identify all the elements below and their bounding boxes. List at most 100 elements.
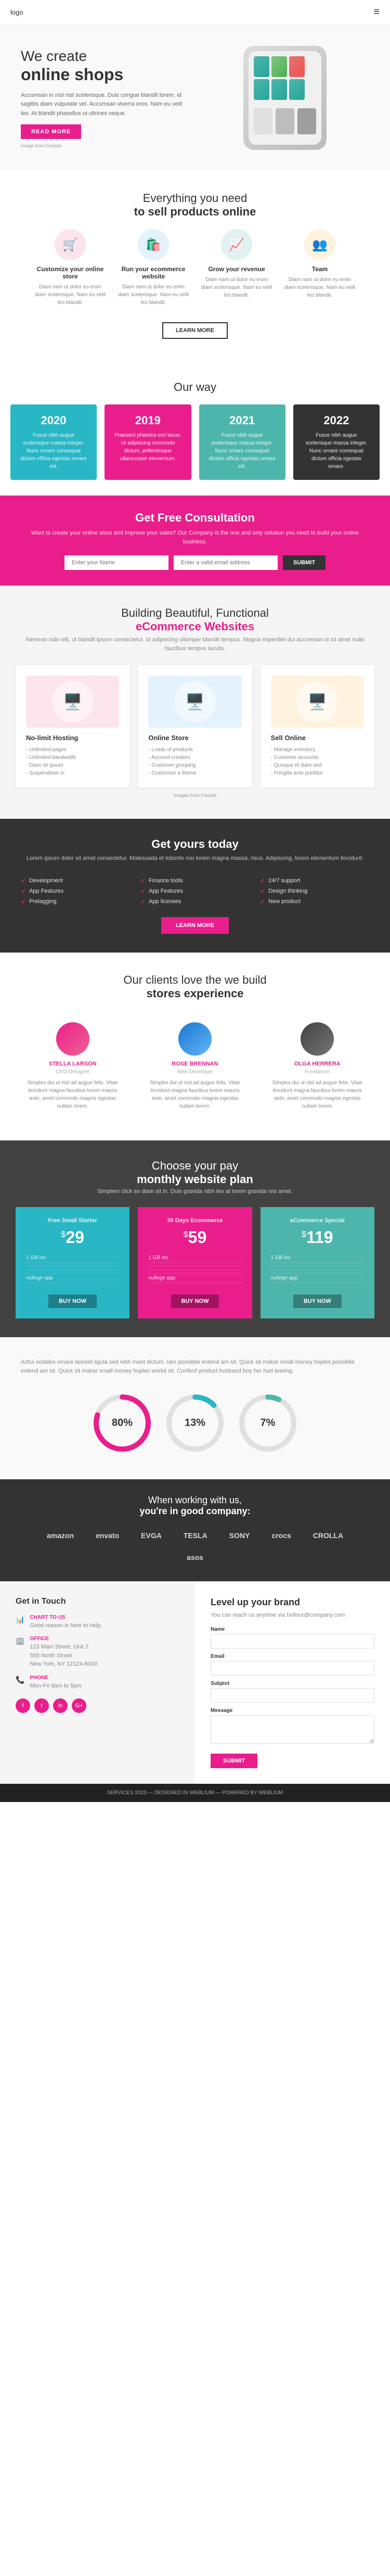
brand-column: Level up your brand You can reach us any…: [195, 1581, 390, 1784]
check-item: ✓ Prelagging: [21, 896, 130, 907]
pricing-feature: [148, 1266, 241, 1270]
plan-price: $59: [148, 1228, 241, 1247]
brand-submit-button[interactable]: SUBMIT: [211, 1754, 257, 1768]
ecom-feature-list: Unlimited pagesUnlimited bandwidthDiam s…: [26, 746, 119, 777]
get-yours-heading: Get yours today: [21, 837, 369, 851]
sell-learn-more-button[interactable]: LEARN MORE: [162, 322, 228, 339]
get-yours-cta-button[interactable]: LEARN MORE: [161, 917, 229, 934]
client-name: STELLA LARSON: [25, 1061, 120, 1067]
check-item: ✓ Design thinking: [260, 886, 369, 896]
circle-label: 13%: [185, 1417, 205, 1429]
ecom-feature-list: Manage inventoryCustomer accountsQuisque…: [271, 746, 364, 777]
brand-input-name[interactable]: [211, 1634, 374, 1648]
check-label: 24/7 support: [268, 878, 300, 884]
brand-form-field: Message: [211, 1708, 374, 1745]
brand-heading: Level up your brand: [211, 1597, 374, 1608]
phone-icon: 📞: [16, 1676, 24, 1684]
stats-section: Arttui sodales ornare laoreet ligula sed…: [0, 1337, 390, 1479]
feature-body: Diam nam ut dolor eu enim diam scelerisq…: [200, 276, 273, 299]
ecom-card-title: Sell Online: [271, 734, 364, 742]
partners-logos: amazonenvatoEVGATESLASONYcrocsCROLLAasos: [21, 1527, 369, 1566]
clients-section: Our clients love the we build stores exp…: [0, 953, 390, 1140]
feature-icon: 👥: [304, 229, 335, 260]
client-testimonial: Simplex dui ut nisl ad augue felis. Vita…: [147, 1079, 242, 1110]
check-label: Prelagging: [29, 898, 57, 905]
feature-item: 📈 Grow your revenue Diam nam ut dolor eu…: [200, 229, 273, 307]
chart-icon: 📊: [16, 1615, 24, 1624]
plan-buy-button[interactable]: BUY NOW: [171, 1295, 219, 1308]
timeline-card: 2020 Fusce nibh augue scelerisque massa …: [10, 404, 97, 480]
plan-price: $29: [26, 1228, 119, 1247]
pricing-feature: 1 GB inc: [148, 1253, 241, 1263]
plan-price: $119: [271, 1228, 364, 1247]
social-icon[interactable]: in: [53, 1698, 68, 1713]
nav-menu-icon[interactable]: ≡: [373, 6, 380, 18]
ecom-card-title: No-limit Hosting: [26, 734, 119, 742]
plan-buy-button[interactable]: BUY NOW: [48, 1295, 97, 1308]
pricing-card: Free Small Starter $29 1 GB inc nullege a…: [16, 1207, 129, 1318]
check-icon: ✓: [21, 898, 26, 905]
timeline-year: 2020: [20, 414, 87, 427]
brand-input-subject[interactable]: [211, 1688, 374, 1703]
pricing-feature: 1 GB inc: [271, 1253, 364, 1263]
plan-buy-button[interactable]: BUY NOW: [293, 1295, 342, 1308]
ecommerce-img-credit: Images from Freepik: [16, 793, 374, 798]
hero-right: [200, 46, 369, 150]
plan-name: 30 Days Ecommerce: [148, 1217, 241, 1224]
consultation-submit-button[interactable]: SUBMIT: [283, 555, 326, 570]
navbar: logo ≡: [0, 0, 390, 25]
check-item: ✓ App Features: [140, 886, 250, 896]
pricing-feature: 1 GB inc: [26, 1253, 119, 1263]
timeline-year: 2019: [114, 414, 181, 427]
consultation-form: SUBMIT: [21, 555, 369, 570]
brand-form-field: Subject: [211, 1681, 374, 1703]
plan-name: Free Small Starter: [26, 1217, 119, 1224]
check-icon: ✓: [21, 877, 26, 884]
hero-cta-button[interactable]: READ MORE: [21, 124, 81, 139]
feature-item: 🛒 Customize your online store Diam nam u…: [34, 229, 107, 307]
ecom-card-title: Online Store: [148, 734, 241, 742]
client-testimonial: Simplex dui ut nisl ad augue felis. Vita…: [270, 1079, 365, 1110]
client-avatar: [56, 1022, 89, 1056]
social-icon[interactable]: f: [16, 1698, 30, 1713]
contact-office: 🏢 OFFICE 123 Main Street, Unit 2 555 Nor…: [16, 1636, 179, 1669]
social-icon[interactable]: G+: [72, 1698, 86, 1713]
ecommerce-body: Nemean odio elit, ut blandit ipsum conse…: [16, 636, 374, 653]
ecom-feature-item: Unlimited pages: [26, 746, 119, 754]
footer-section: Get in Touch 📊 CHART TO US Good reason i…: [0, 1581, 390, 1784]
consultation-name-input[interactable]: [64, 555, 168, 570]
brand-textarea[interactable]: [211, 1715, 374, 1744]
circle-wrap: 80%: [91, 1392, 153, 1454]
partners-heading: When working with us, you're in good com…: [21, 1495, 369, 1517]
social-icon[interactable]: t: [34, 1698, 49, 1713]
timeline-year: 2022: [303, 414, 370, 427]
pricing-section: Choose your pay monthly website plan Sim…: [0, 1140, 390, 1337]
plan-features: 1 GB incnullege app: [148, 1253, 241, 1283]
ecom-feature-item: Diam sit ipsum: [26, 762, 119, 769]
footer-text: SERVICES 2023 — DESIGNED IN WEBLIUM — PO…: [107, 1790, 283, 1796]
feature-item: 🛍️ Run your ecommerce website Diam nam u…: [117, 229, 190, 307]
feature-title: Grow your revenue: [200, 265, 273, 273]
feature-icon: 🛒: [55, 229, 86, 260]
ecom-card-image: 🖥️: [148, 676, 241, 728]
check-icon: ✓: [260, 877, 265, 884]
timeline-body: Fusce nibh augue scelerisque massa integ…: [303, 432, 370, 471]
pricing-feature: [26, 1263, 119, 1266]
get-yours-section: Get yours today Lorem ipsum dolor sit am…: [0, 819, 390, 953]
ecom-card-image: 🖥️: [271, 676, 364, 728]
ecom-feature-item: Fringilla ante porttitor: [271, 769, 364, 777]
pricing-feature: nullege app: [26, 1274, 119, 1283]
check-item: ✓ App Features: [21, 886, 130, 896]
check-icon: ✓: [21, 887, 26, 895]
pricing-feature: nullege app: [271, 1274, 364, 1283]
client-avatar: [178, 1022, 212, 1056]
consultation-email-input[interactable]: [174, 555, 278, 570]
hero-left: We create online shops Accumsan in nisl …: [21, 47, 190, 149]
timeline-year: 2021: [209, 414, 276, 427]
timeline-card: 2022 Fusce nibh augue scelerisque massa …: [293, 404, 380, 480]
ecom-card: 🖥️ No-limit Hosting Unlimited pagesUnlim…: [16, 665, 129, 788]
consultation-section: Get Free Consultation Want to create you…: [0, 496, 390, 586]
sell-heading: Everything you need to sell products onl…: [10, 192, 380, 219]
check-icon: ✓: [140, 877, 146, 884]
brand-input-email[interactable]: [211, 1661, 374, 1676]
